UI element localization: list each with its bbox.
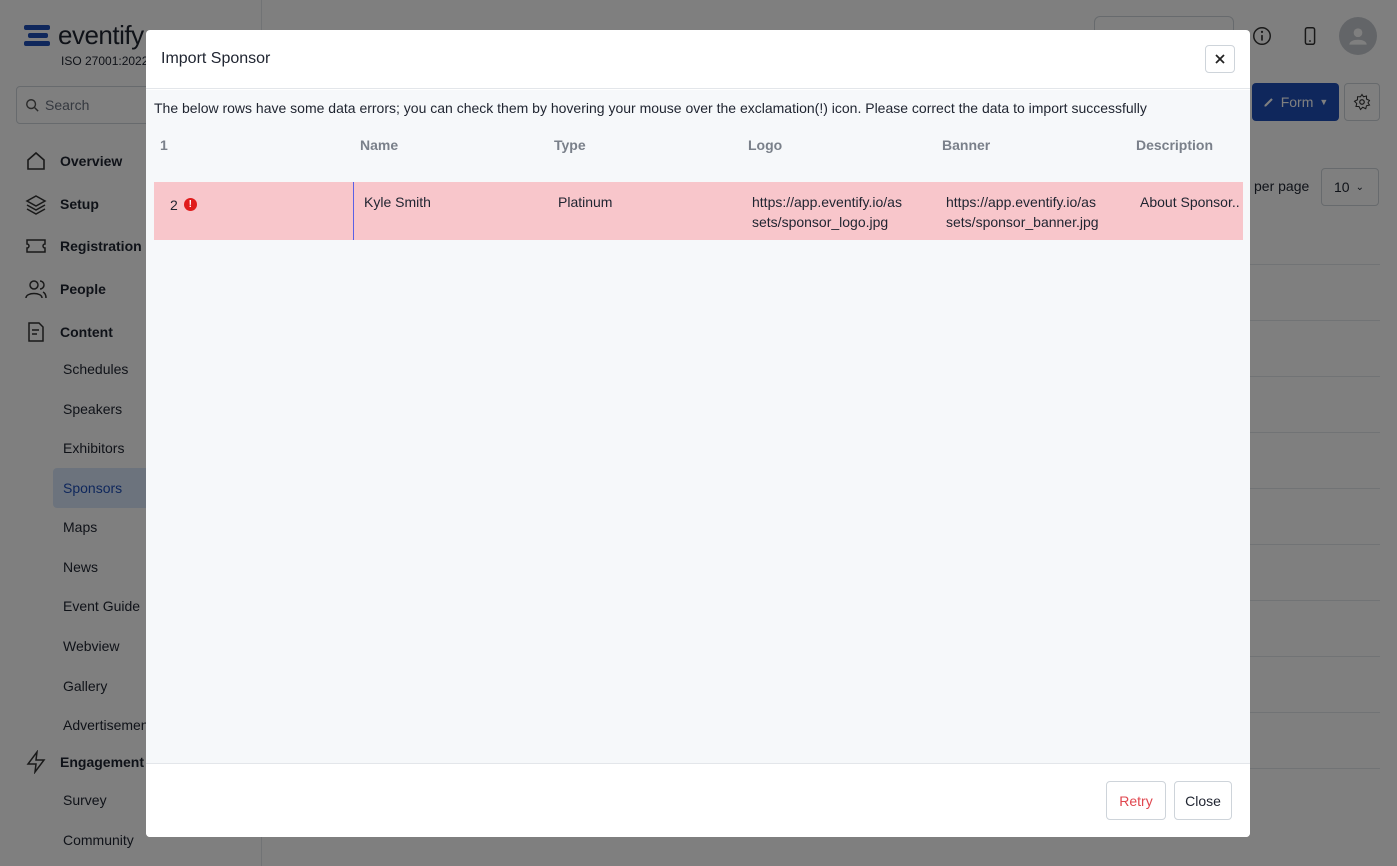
cell-description: About Sponsor.. [1140, 194, 1240, 210]
column-header-name: Name [360, 137, 399, 153]
column-header-description: Description [1136, 137, 1214, 153]
column-header-banner: Banner [942, 137, 991, 153]
import-sponsor-modal: Import Sponsor The below rows have some … [146, 30, 1250, 837]
modal-header: Import Sponsor [146, 30, 1250, 89]
retry-button[interactable]: Retry [1106, 781, 1166, 820]
column-header-row: 1 [160, 137, 168, 153]
modal-body: The below rows have some data errors; yo… [146, 90, 1250, 763]
modal-footer: Retry Close [146, 763, 1250, 837]
cell-banner: https://app.eventify.io/as sets/sponsor_… [946, 194, 1099, 230]
selection-highlight [154, 182, 354, 240]
import-errors-table: 1 Name Type Logo Banner Description 2 ! … [154, 123, 1243, 240]
row-number-cell[interactable]: 2 ! [154, 182, 354, 240]
modal-close-button[interactable] [1205, 45, 1235, 73]
modal-title: Import Sponsor [161, 50, 271, 67]
column-header-logo: Logo [748, 137, 783, 153]
cell-type: Platinum [558, 194, 613, 210]
close-button[interactable]: Close [1174, 781, 1232, 820]
close-icon [1215, 54, 1225, 64]
column-header-type: Type [554, 137, 586, 153]
cell-name: Kyle Smith [364, 194, 431, 210]
table-header: 1 Name Type Logo Banner Description [154, 123, 1243, 167]
cell-logo: https://app.eventify.io/as sets/sponsor_… [752, 194, 902, 230]
error-message: The below rows have some data errors; yo… [154, 100, 1147, 116]
table-row-error[interactable]: 2 ! Kyle Smith Platinum https://app.even… [154, 182, 1243, 240]
